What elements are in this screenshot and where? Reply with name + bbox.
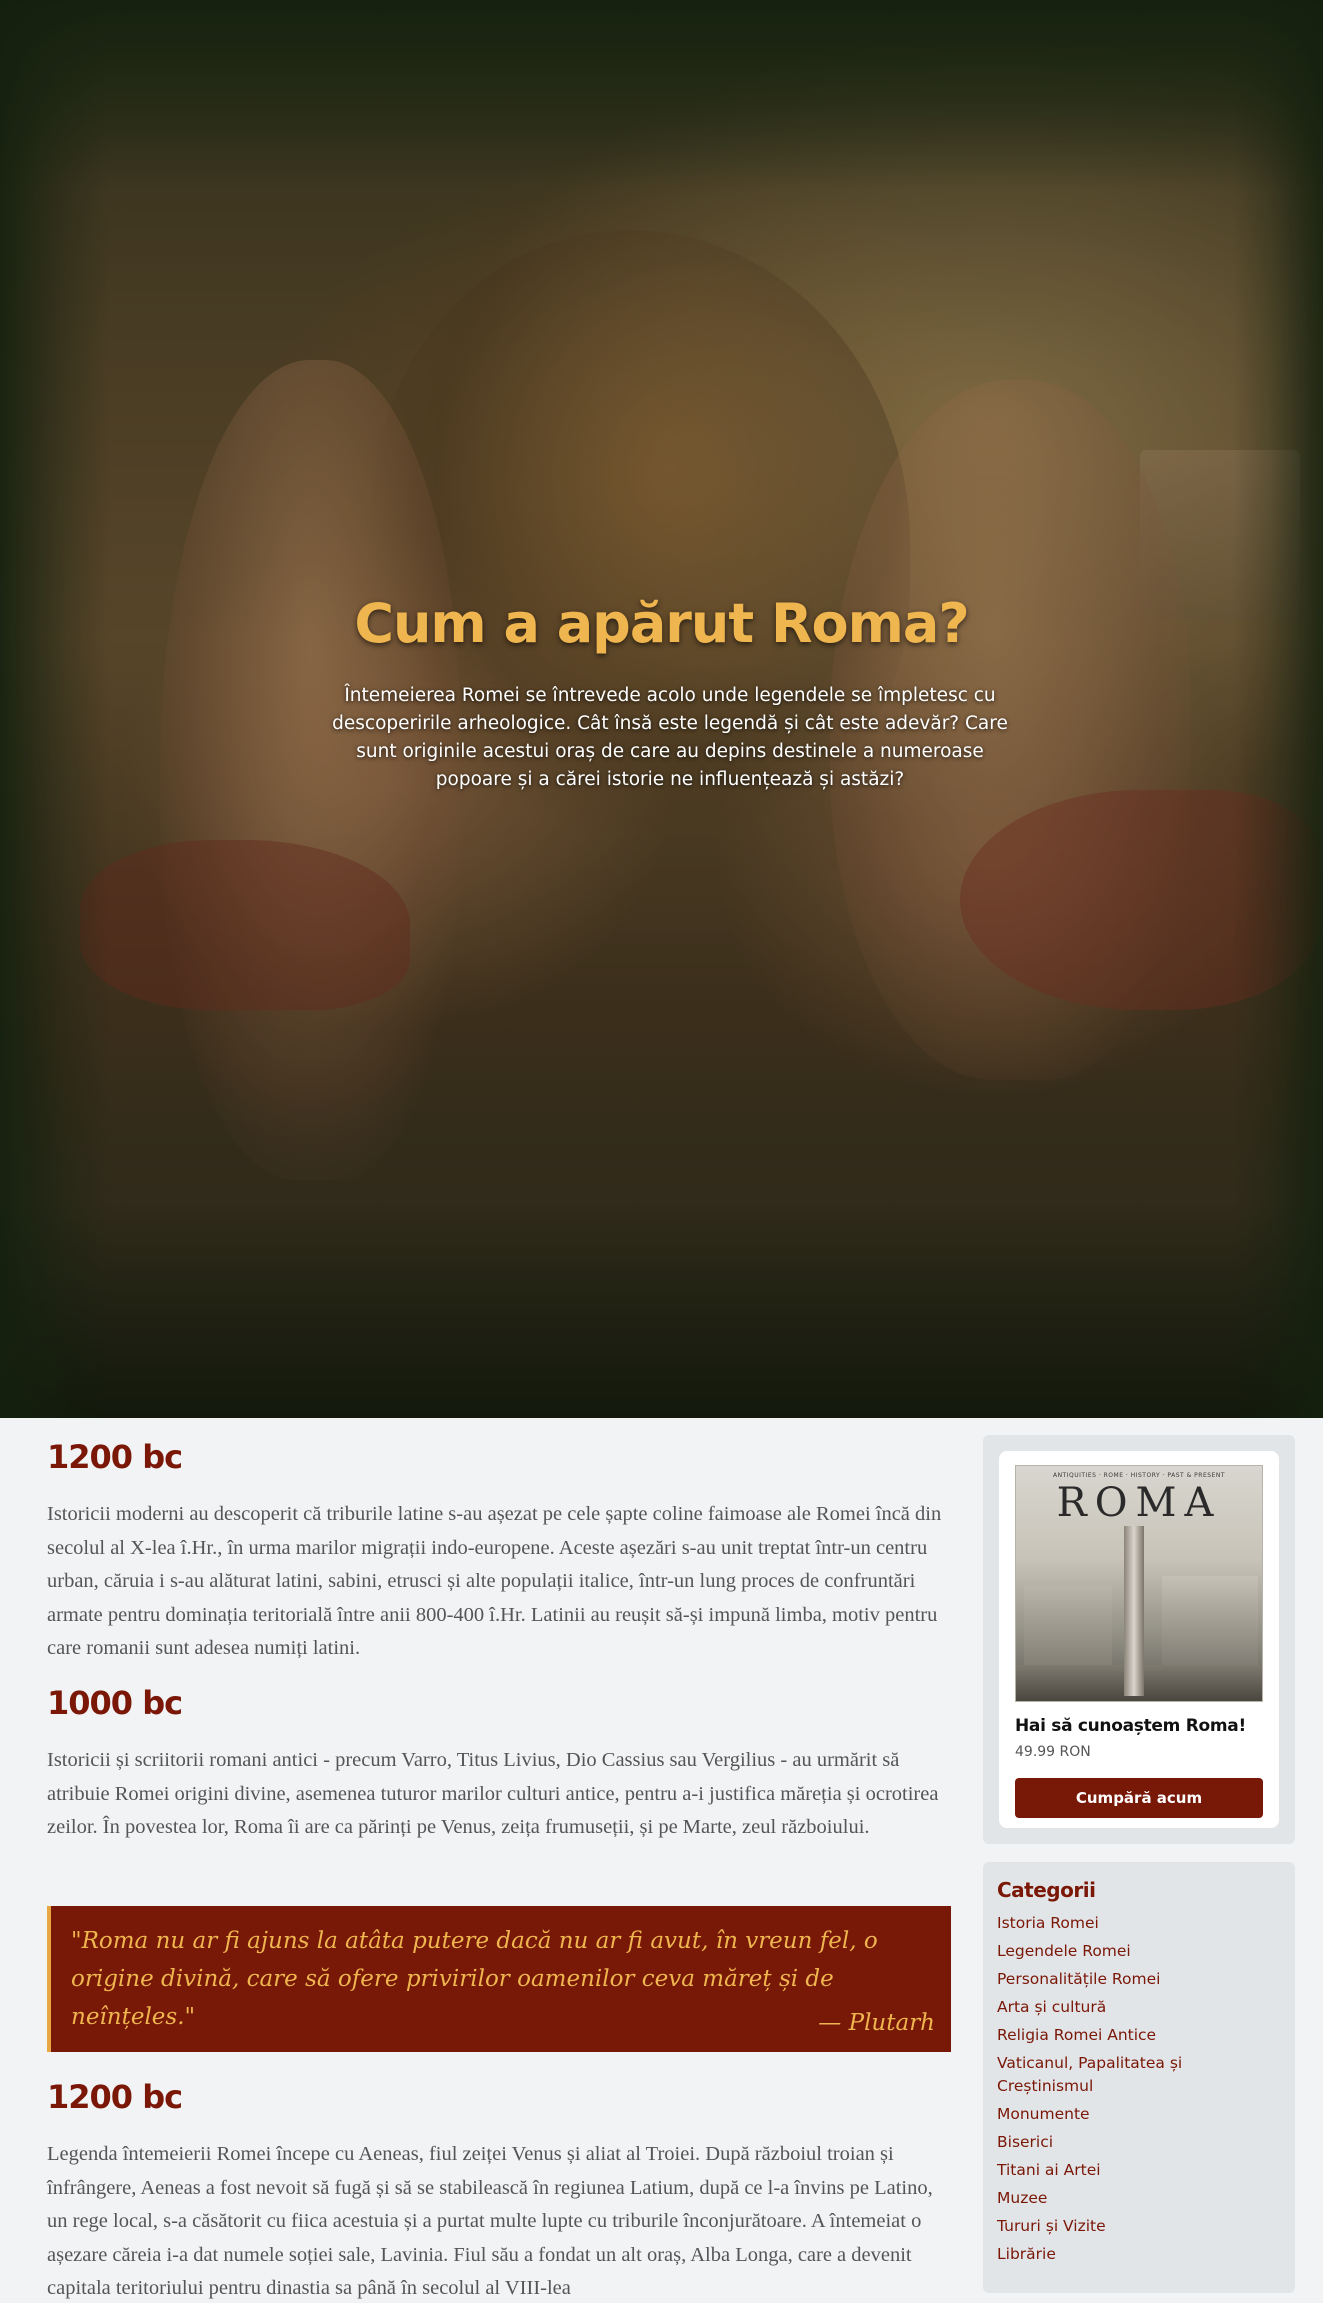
category-link-religia-romei-antice[interactable]: Religia Romei Antice <box>997 2024 1227 2047</box>
category-link-librarie[interactable]: Librărie <box>997 2243 1227 2266</box>
category-link-muzee[interactable]: Muzee <box>997 2187 1227 2210</box>
book-promo-panel: ANTIQUITIES · ROME · HISTORY · PAST & PR… <box>983 1435 1295 1844</box>
plutarch-quote: "Roma nu ar fi ajuns la atâta putere dac… <box>47 1906 951 2052</box>
buy-now-button[interactable]: Cumpără acum <box>1015 1778 1263 1818</box>
category-link-biserici[interactable]: Biserici <box>997 2131 1227 2154</box>
article-paragraph: Legenda întemeierii Romei începe cu Aene… <box>47 2143 933 2299</box>
category-link-istoria-romei[interactable]: Istoria Romei <box>997 1912 1227 1935</box>
categories-title: Categorii <box>997 1878 1096 1902</box>
cover-subtitle: ANTIQUITIES · ROME · HISTORY · PAST & PR… <box>1052 1472 1226 1479</box>
article-paragraph: Istoricii și scriitorii romani antici - … <box>47 1749 939 1838</box>
category-link-legendele-romei[interactable]: Legendele Romei <box>997 1940 1227 1963</box>
quote-author: — Plutarh <box>818 2010 935 2036</box>
quote-text: "Roma nu ar fi ajuns la atâta putere dac… <box>71 1928 878 2030</box>
book-price: 49.99 RON <box>1015 1744 1091 1760</box>
book-card: ANTIQUITIES · ROME · HISTORY · PAST & PR… <box>999 1451 1279 1828</box>
hero-banner: Cum a apărut Roma? Întemeierea Romei se … <box>0 0 1323 1418</box>
category-link-monumente[interactable]: Monumente <box>997 2103 1227 2126</box>
era-heading: 1200 bc <box>47 2078 183 2116</box>
cover-column <box>1124 1526 1144 1696</box>
era-heading: 1200 bc <box>47 1438 183 1476</box>
categories-list: Istoria Romei Legendele Romei Personalit… <box>997 1912 1281 2266</box>
category-link-arta-si-cultura[interactable]: Arta și cultură <box>997 1996 1227 2019</box>
category-link-personalitatile-romei[interactable]: Personalitățile Romei <box>997 1968 1227 1991</box>
sidebar: ANTIQUITIES · ROME · HISTORY · PAST & PR… <box>983 1435 1295 2293</box>
book-cover-image[interactable]: ANTIQUITIES · ROME · HISTORY · PAST & PR… <box>1015 1465 1263 1702</box>
hero-lead: Întemeierea Romei se întrevede acolo und… <box>332 685 1008 790</box>
category-link-titani-ai-artei[interactable]: Titani ai Artei <box>997 2159 1227 2182</box>
book-title: Hai să cunoaștem Roma! <box>1015 1716 1246 1736</box>
cover-title: ROMA <box>1056 1480 1222 1526</box>
hero-title: Cum a apărut Roma? <box>354 592 969 655</box>
era-heading: 1000 bc <box>47 1684 183 1722</box>
category-link-vaticanul[interactable]: Vaticanul, Papalitatea și Creștinismul <box>997 2052 1227 2098</box>
article-paragraph: Istoricii moderni au descoperit că tribu… <box>47 1503 942 1659</box>
categories-panel: Categorii Istoria Romei Legendele Romei … <box>983 1862 1295 2293</box>
category-link-tururi-si-vizite[interactable]: Tururi și Vizite <box>997 2215 1227 2238</box>
